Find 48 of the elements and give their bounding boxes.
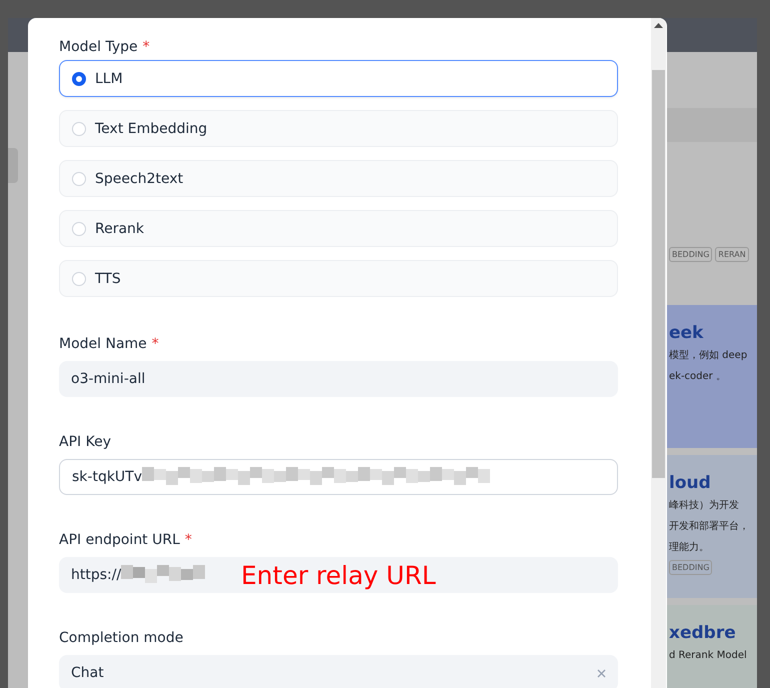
provider-name: eek [669, 323, 704, 343]
field-label: API endpoint URL [59, 532, 180, 548]
scrollbar-thumb[interactable] [652, 70, 665, 478]
annotation-text: Enter relay URL [241, 561, 436, 590]
provider-name: xedbre [669, 623, 737, 643]
provider-description: 开发和部署平台， [669, 520, 750, 534]
provider-card[interactable]: xedbre d Rerank Model [667, 605, 757, 688]
field-label: Model Name [59, 336, 147, 352]
model-type-option[interactable]: Text Embedding [59, 110, 618, 147]
search-bar[interactable] [667, 108, 757, 142]
scrollbar[interactable] [651, 18, 666, 688]
radio-icon [72, 72, 86, 86]
radio-icon [72, 222, 86, 236]
input-field[interactable]: o3-mini-all [59, 361, 618, 397]
required-mark: * [184, 532, 192, 548]
provider-description: 理能力。 [669, 540, 710, 555]
field-value: sk-tqkUTv [72, 469, 142, 485]
field-value: Chat [71, 665, 104, 681]
provider-name: loud [669, 473, 712, 493]
model-type-tag: RERAN [715, 247, 749, 262]
model-type-tag: BEDDING [669, 560, 712, 575]
model-type-option[interactable]: LLM [59, 60, 618, 97]
side-tab[interactable] [8, 148, 18, 183]
radio-icon [72, 122, 86, 136]
radio-icon [72, 272, 86, 286]
clear-icon[interactable] [597, 668, 606, 678]
provider-card[interactable]: eek 模型，例如 deep ek-coder 。 [667, 305, 757, 448]
model-type-option[interactable]: Speech2text [59, 160, 618, 197]
field-label: Completion mode [59, 630, 184, 646]
radio-icon [72, 172, 86, 186]
model-type-option[interactable]: Rerank [59, 210, 618, 247]
provider-description: d Rerank Model [669, 649, 748, 663]
model-type-tag: BEDDING [669, 247, 712, 262]
field-label: Model Type [59, 39, 138, 55]
field-value: o3-mini-all [71, 371, 146, 387]
required-mark: * [142, 39, 150, 55]
input-field[interactable]: https:// Enter relay URL [59, 557, 618, 593]
scroll-up-icon[interactable] [654, 22, 663, 28]
provider-description: 峰科技）为开发 [669, 498, 740, 513]
provider-description: ek-coder 。 [669, 370, 727, 384]
field-value: https:// [71, 567, 122, 583]
model-type-option[interactable]: TTS [59, 260, 618, 297]
field-label: API Key [59, 434, 111, 450]
provider-description: 模型，例如 deep [669, 348, 748, 363]
select-field[interactable]: Chat [59, 655, 618, 688]
provider-card[interactable]: loud 峰科技）为开发 开发和部署平台， 理能力。 BEDDING [667, 455, 757, 598]
input-field[interactable]: sk-tqkUTv [59, 459, 618, 495]
required-mark: * [152, 336, 159, 352]
